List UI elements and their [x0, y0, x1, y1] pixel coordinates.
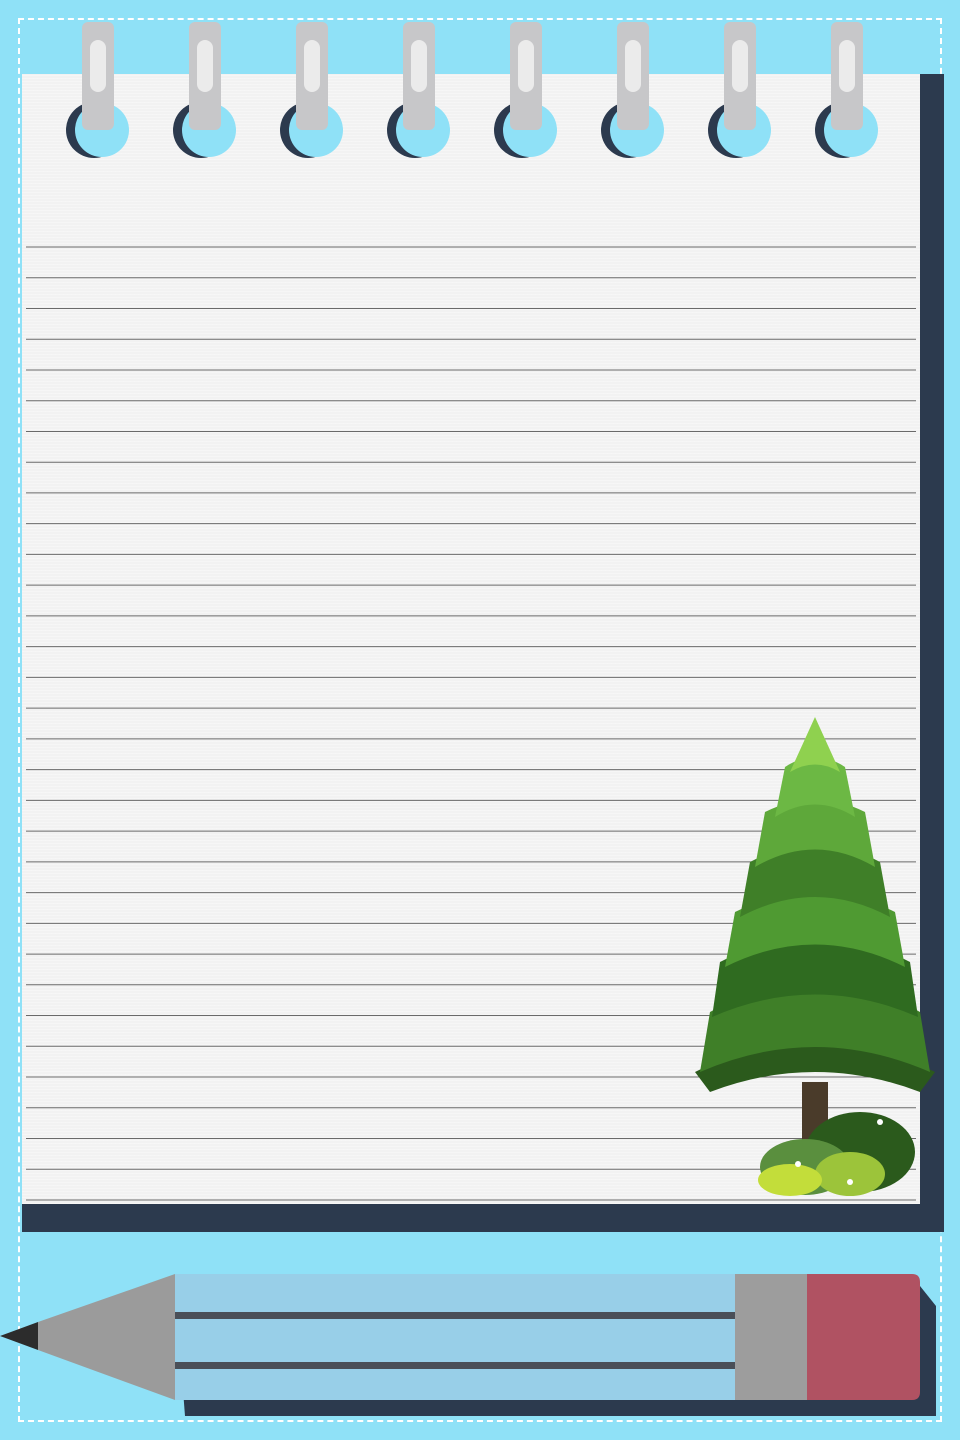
spiral-ring [815, 22, 878, 158]
notebook-scene [0, 0, 960, 1440]
spiral-rings [66, 22, 878, 158]
pencil-ferrule [735, 1274, 807, 1400]
spiral-ring [387, 22, 450, 158]
pencil-body [175, 1274, 735, 1400]
pencil-stripe-top [175, 1312, 735, 1319]
pencil-stripe-bottom [175, 1362, 735, 1369]
pencil-wood-tip [38, 1274, 175, 1400]
pencil-illustration [0, 1274, 936, 1416]
bushes [758, 1112, 915, 1196]
pencil-eraser [807, 1274, 920, 1400]
pine-tree-illustration [695, 717, 935, 1196]
spiral-ring [601, 22, 664, 158]
spiral-ring [708, 22, 771, 158]
pencil-lead [0, 1322, 38, 1350]
spiral-ring [494, 22, 557, 158]
spiral-ring [173, 22, 236, 158]
spiral-ring [280, 22, 343, 158]
tree-foliage [695, 717, 935, 1092]
spiral-ring [66, 22, 129, 158]
